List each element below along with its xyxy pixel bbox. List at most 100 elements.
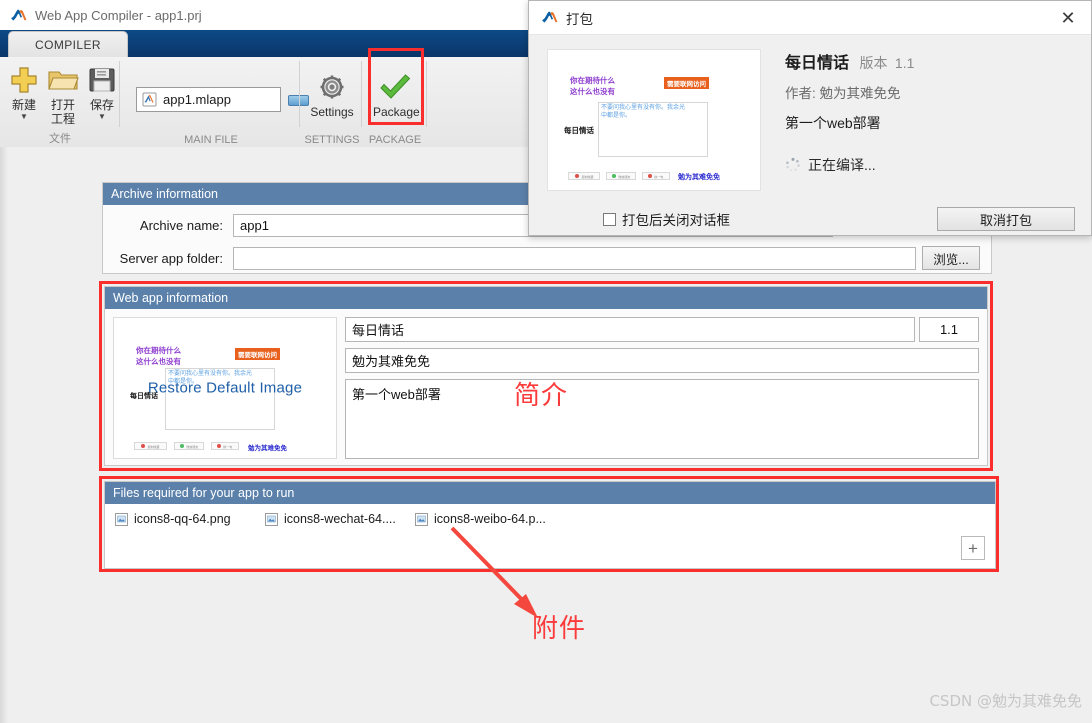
main-file-input[interactable]: app1.mlapp — [136, 87, 281, 112]
image-file-icon — [415, 512, 428, 526]
webapp-fields: 每日情话 1.1 勉为其难免免 第一个web部署 — [345, 317, 979, 459]
ribbon-group-package: Package PACKAGE — [363, 57, 427, 147]
webapp-panel-header: Web app information — [105, 287, 987, 309]
image-file-icon — [115, 512, 128, 526]
dialog-version-value: 1.1 — [894, 55, 915, 71]
dialog-titlebar: 打包 ✕ — [529, 1, 1091, 35]
preview-textarea-line1: 不要问我心里有没有你。我余光 — [168, 371, 253, 377]
preview-question-line2: 这什么也没有 — [136, 357, 181, 366]
dialog-footer: 打包后关闭对话框 取消打包 — [529, 207, 1091, 231]
close-after-package-checkbox[interactable] — [603, 212, 616, 226]
preview-online-badge: 需要联网访问 — [235, 348, 280, 360]
webapp-name-row: 每日情话 1.1 — [345, 317, 979, 342]
dialog-app-title-row: 每日情话 版本 1.1 — [785, 49, 1075, 73]
open-project-label-1: 打开 — [50, 98, 75, 112]
ribbon-group-label-package: PACKAGE — [368, 134, 422, 146]
archive-name-label: Archive name: — [139, 217, 223, 233]
package-dialog: 打包 ✕ 你在期待什么 这什么也没有 需要联网访问 每日情话 不要问我心里有没有… — [528, 0, 1092, 236]
dialog-status-row: 正在编译... — [785, 155, 1075, 175]
green-check-icon — [373, 69, 417, 105]
preview-side-label: 每日情话 — [564, 126, 594, 135]
cancel-package-button[interactable]: 取消打包 — [937, 207, 1075, 231]
preview-button-2-label: 微信朋友 — [617, 174, 631, 179]
summary-annotation: 简介 — [514, 381, 569, 411]
preview-button-1-label: 复制收藏 — [580, 174, 594, 179]
preview-question-line2: 这什么也没有 — [570, 87, 615, 96]
save-label: 保存 — [89, 98, 114, 112]
group-separator — [361, 61, 362, 127]
ribbon-group-label-settings: SETTINGS — [304, 134, 360, 146]
matlab-membrane-icon — [10, 8, 27, 23]
preview-textarea-line2: 中都是你。 — [601, 113, 632, 119]
preview-button-2: 微信朋友 — [174, 442, 204, 450]
webapp-version-input[interactable]: 1.1 — [919, 317, 979, 342]
preview-button-1: 复制收藏 — [568, 172, 600, 180]
preview-question-line1: 你在期待什么 — [136, 346, 181, 355]
ribbon-group-label-file: 文件 — [49, 133, 71, 145]
preview-button-2-label: 微信朋友 — [185, 444, 199, 449]
server-folder-row: Server app folder: 浏览... — [103, 245, 991, 271]
group-separator — [119, 61, 120, 127]
group-separator — [299, 61, 300, 127]
open-project-button[interactable]: 打开 工程 — [41, 62, 85, 126]
files-required-panel: Files required for your app to run icons… — [104, 481, 996, 569]
window-title: Web App Compiler - app1.prj — [35, 7, 202, 23]
preview-textarea-line1: 不要问我心里有没有你。我余光 — [601, 105, 686, 111]
save-button[interactable]: 保存 ▼ — [80, 62, 124, 121]
settings-button[interactable]: Settings — [310, 69, 354, 119]
preview-question-line1: 你在期待什么 — [570, 76, 615, 85]
dialog-preview-artwork: 你在期待什么 这什么也没有 需要联网访问 每日情话 不要问我心里有没有你。我余光… — [548, 50, 760, 190]
file-name: icons8-weibo-64.p... — [434, 512, 546, 526]
app-preview-thumbnail[interactable]: 你在期待什么 这什么也没有 需要联网访问 每日情话 不要问我心里有没有你。我余光… — [113, 317, 337, 459]
preview-button-3: 换一句 — [211, 442, 239, 450]
matlab-membrane-icon — [541, 10, 558, 25]
dialog-status-text: 正在编译... — [808, 157, 876, 173]
webapp-name-input[interactable]: 每日情话 — [345, 317, 915, 342]
list-item[interactable]: icons8-wechat-64.... — [265, 512, 396, 526]
left-rail — [0, 147, 8, 723]
files-list: icons8-qq-64.png icons8-wechat-64.... ic… — [105, 504, 995, 568]
ribbon-content: 新建 ▼ 打开 工程 保存 ▼ 文件 app1.mlapp MAIN FILE … — [0, 57, 528, 147]
preview-button-3-label: 换一句 — [223, 444, 233, 449]
ribbon-group-label-main-file: MAIN FILE — [184, 134, 238, 146]
new-project-label: 新建 — [11, 98, 36, 112]
ribbon-group-main-file: app1.mlapp MAIN FILE — [122, 57, 309, 147]
new-project-button[interactable]: 新建 ▼ — [2, 62, 46, 121]
restore-default-image-link[interactable]: Restore Default Image — [114, 380, 336, 397]
image-file-icon — [265, 512, 278, 526]
chevron-down-icon[interactable]: ▼ — [80, 112, 124, 121]
package-button[interactable]: Package — [373, 69, 420, 119]
file-name: icons8-qq-64.png — [134, 512, 231, 526]
preview-online-badge: 需要联网访问 — [664, 77, 709, 89]
browse-button[interactable]: 浏览... — [922, 246, 980, 270]
close-x-icon[interactable]: ✕ — [1045, 1, 1091, 35]
settings-label: Settings — [310, 105, 354, 119]
list-item[interactable]: icons8-weibo-64.p... — [415, 512, 546, 526]
files-panel-header: Files required for your app to run — [105, 482, 995, 504]
webapp-author-input[interactable]: 勉为其难免免 — [345, 348, 979, 373]
server-folder-label: Server app folder: — [119, 250, 223, 266]
dialog-app-info: 每日情话 版本 1.1 作者: 勉为其难免免 第一个web部署 正在编译... — [785, 49, 1075, 191]
ribbon-group-settings: Settings SETTINGS — [302, 57, 362, 147]
group-separator — [426, 61, 427, 127]
preview-signature: 勉为其难免免 — [248, 445, 287, 452]
dialog-version-prefix: 版本 — [859, 55, 888, 71]
dialog-body: 你在期待什么 这什么也没有 需要联网访问 每日情话 不要问我心里有没有你。我余光… — [529, 35, 1091, 191]
preview-button-1: 复制收藏 — [134, 442, 167, 450]
server-folder-input[interactable] — [233, 246, 916, 270]
mlapp-file-icon — [142, 92, 157, 107]
add-file-button[interactable]: + — [961, 536, 985, 560]
tab-compiler[interactable]: COMPILER — [8, 31, 128, 57]
gear-icon — [310, 69, 354, 105]
main-file-value: app1.mlapp — [163, 92, 231, 107]
dialog-description: 第一个web部署 — [785, 115, 881, 131]
preview-button-3: 换一句 — [642, 172, 670, 180]
preview-signature: 勉为其难免免 — [678, 174, 720, 181]
attachment-annotation: 附件 — [532, 614, 587, 644]
list-item[interactable]: icons8-qq-64.png — [115, 512, 231, 526]
webapp-summary-input[interactable]: 第一个web部署 — [345, 379, 979, 459]
chevron-down-icon[interactable]: ▼ — [2, 112, 46, 121]
dialog-author: 作者: 勉为其难免免 — [785, 86, 901, 101]
plus-icon — [2, 62, 46, 98]
dialog-app-name: 每日情话 — [785, 55, 850, 72]
